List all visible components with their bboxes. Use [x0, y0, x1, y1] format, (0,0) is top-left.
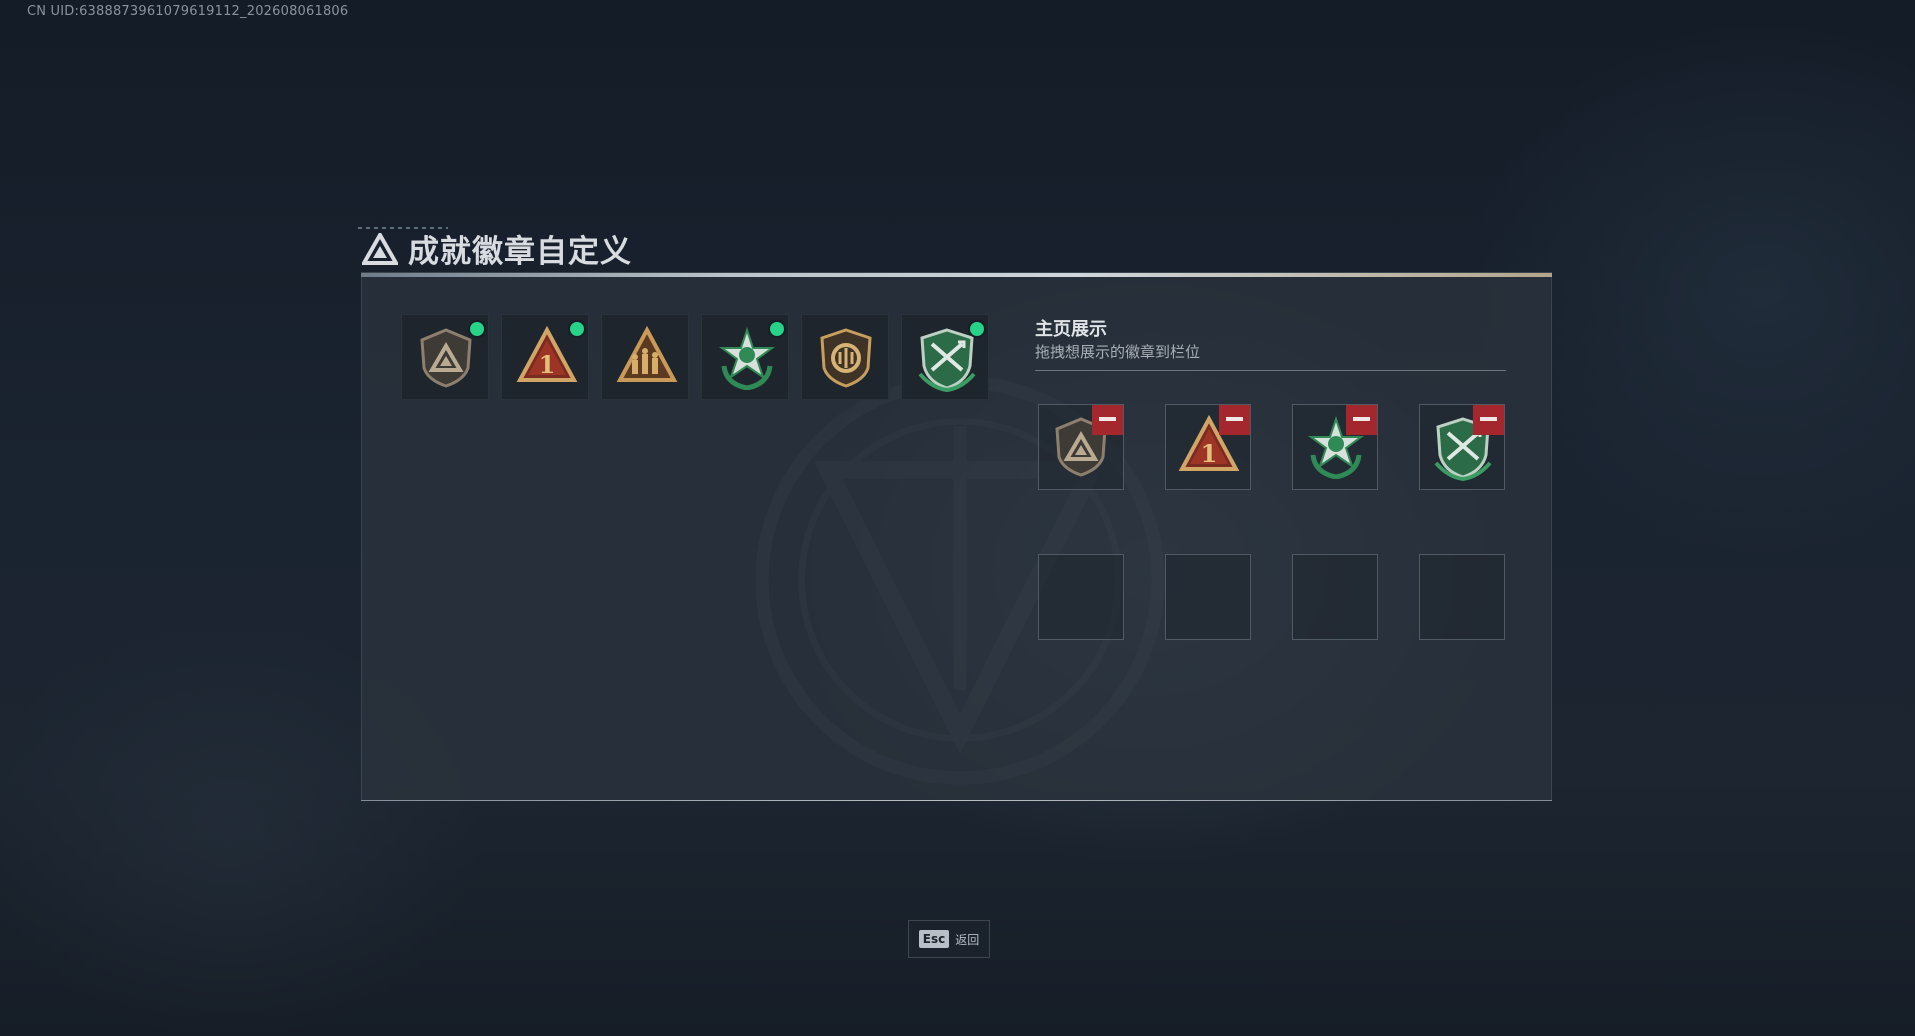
- new-indicator-dot: [470, 322, 484, 336]
- badge-tile-green-star-wreath[interactable]: [701, 314, 789, 400]
- green-star-wreath-badge-icon: [718, 326, 776, 390]
- showcase-slot-3[interactable]: [1292, 404, 1378, 490]
- remove-badge-button[interactable]: [1473, 405, 1504, 435]
- showcase-divider: [1035, 370, 1506, 371]
- triangle-logo-icon: [362, 232, 398, 265]
- badge-tile-soldiers-triangle[interactable]: [601, 314, 689, 400]
- green-crossed-arrows-shield-badge-icon: [918, 328, 976, 392]
- showcase-slot-1[interactable]: [1038, 404, 1124, 490]
- showcase-slot-6[interactable]: [1165, 554, 1251, 640]
- showcase-subtitle: 拖拽想展示的徽章到栏位: [1035, 343, 1201, 361]
- back-label: 返回: [955, 932, 980, 947]
- svg-text:1: 1: [1201, 439, 1218, 468]
- remove-badge-button[interactable]: [1219, 405, 1250, 435]
- gold-crest-shield-badge-icon: [820, 328, 872, 388]
- svg-text:1: 1: [539, 350, 556, 379]
- showcase-slot-8[interactable]: [1419, 554, 1505, 640]
- new-indicator-dot: [770, 322, 784, 336]
- esc-key-hint: Esc: [918, 930, 950, 948]
- showcase-slot-7[interactable]: [1292, 554, 1378, 640]
- panel-bottom-border: [361, 800, 1552, 801]
- new-indicator-dot: [570, 322, 584, 336]
- number-one-triangle-badge-icon: 1: [516, 326, 578, 382]
- remove-badge-button[interactable]: [1092, 405, 1123, 435]
- panel-top-border: [361, 273, 1552, 277]
- badge-tile-gold-crest-shield[interactable]: [801, 314, 889, 400]
- bronze-triangle-shield-badge-icon: [420, 328, 472, 388]
- uid-watermark: CN UID:6388873961079619112_202608061806: [27, 4, 349, 19]
- showcase-slot-5[interactable]: [1038, 554, 1124, 640]
- remove-badge-button[interactable]: [1346, 405, 1377, 435]
- showcase-title: 主页展示: [1035, 319, 1107, 340]
- back-button[interactable]: Esc 返回: [908, 920, 990, 958]
- page-title: 成就徽章自定义: [408, 234, 632, 270]
- new-indicator-dot: [970, 322, 984, 336]
- soldiers-triangle-badge-icon: [616, 326, 678, 382]
- showcase-slot-2[interactable]: 1: [1165, 404, 1251, 490]
- badge-tile-green-crossed-arrows-shield[interactable]: [901, 314, 989, 400]
- badge-tile-bronze-triangle-shield[interactable]: [401, 314, 489, 400]
- showcase-slot-4[interactable]: [1419, 404, 1505, 490]
- page-header: 成就徽章自定义: [362, 226, 632, 271]
- badge-tile-number-one-triangle[interactable]: 1: [501, 314, 589, 400]
